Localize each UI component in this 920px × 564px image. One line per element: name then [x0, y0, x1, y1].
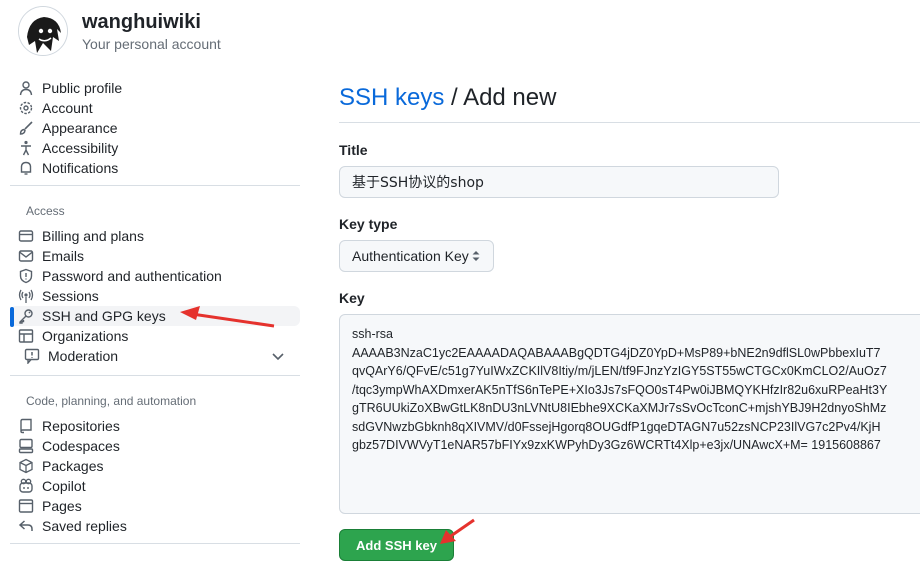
select-arrows-icon [472, 251, 480, 261]
table-icon [18, 328, 34, 344]
sidebar-divider [10, 375, 300, 376]
sidebar-item-label: Copilot [42, 478, 86, 494]
sidebar-divider [10, 543, 300, 544]
sidebar-item-label: Codespaces [42, 438, 120, 454]
key-type-label: Key type [339, 216, 398, 232]
sidebar-item-label: Billing and plans [42, 228, 144, 244]
sidebar-item-accessibility[interactable]: Accessibility [10, 138, 300, 158]
title-input[interactable] [339, 166, 779, 198]
broadcast-icon [18, 288, 34, 304]
accessibility-icon [18, 140, 34, 156]
key-label: Key [339, 290, 365, 306]
reply-icon [18, 518, 34, 534]
sidebar-item-appearance[interactable]: Appearance [10, 118, 300, 138]
key-type-select[interactable]: Authentication Key [339, 240, 494, 272]
credit-card-icon [18, 228, 34, 244]
settings-nav-code: Repositories Codespaces Packages Copilot… [10, 416, 300, 536]
sidebar-item-label: Saved replies [42, 518, 127, 534]
sidebar-item-copilot[interactable]: Copilot [10, 476, 300, 496]
sidebar-item-saved-replies[interactable]: Saved replies [10, 516, 300, 536]
avatar-image [19, 7, 67, 55]
sidebar-item-pages[interactable]: Pages [10, 496, 300, 516]
gear-icon [18, 100, 34, 116]
sidebar-item-label: Appearance [42, 120, 118, 136]
annotation-arrow [180, 306, 275, 328]
sidebar-item-emails[interactable]: Emails [10, 246, 300, 266]
annotation-arrow [440, 518, 475, 544]
sidebar-item-password-auth[interactable]: Password and authentication [10, 266, 300, 286]
key-textarea[interactable]: ssh-rsa AAAAB3NzaC1yc2EAAAADAQABAAABgQDT… [339, 314, 920, 514]
sidebar-item-repositories[interactable]: Repositories [10, 416, 300, 436]
main-content: SSH keys / Add new Title Key type Authen… [339, 0, 920, 564]
shield-icon [18, 268, 34, 284]
sidebar-item-label: Notifications [42, 160, 119, 176]
settings-nav-access: Billing and plans Emails Password and au… [10, 226, 300, 366]
breadcrumb-current: Add new [463, 84, 557, 111]
browser-icon [18, 498, 34, 514]
avatar[interactable] [18, 6, 68, 56]
codespaces-icon [18, 438, 34, 454]
username[interactable]: wanghuiwiki [82, 9, 221, 35]
sidebar-item-public-profile[interactable]: Public profile [10, 78, 300, 98]
copilot-icon [18, 478, 34, 494]
sidebar-heading-access: Access [26, 204, 65, 218]
key-icon [18, 308, 34, 324]
title-label: Title [339, 142, 368, 158]
sidebar-item-label: Emails [42, 248, 85, 264]
mail-icon [18, 248, 34, 264]
sidebar-item-label: Password and authentication [42, 268, 222, 284]
sidebar-item-label: Packages [42, 458, 104, 474]
key-type-value: Authentication Key [352, 248, 469, 264]
sidebar-heading-code: Code, planning, and automation [26, 394, 197, 408]
account-subtitle: Your personal account [82, 36, 221, 52]
sidebar-item-packages[interactable]: Packages [10, 456, 300, 476]
sidebar-item-notifications[interactable]: Notifications [10, 158, 300, 178]
page-title: SSH keys / Add new [339, 84, 556, 112]
title-divider [339, 122, 920, 123]
paintbrush-icon [18, 120, 34, 136]
breadcrumb-ssh-keys-link[interactable]: SSH keys [339, 84, 444, 111]
person-icon [18, 80, 34, 96]
sidebar-item-label: Accessibility [42, 140, 119, 156]
sidebar-divider [10, 185, 300, 186]
sidebar-item-billing[interactable]: Billing and plans [10, 226, 300, 246]
profile-header: wanghuiwiki Your personal account [18, 6, 221, 56]
sidebar-item-label: Pages [42, 498, 82, 514]
sidebar-item-account[interactable]: Account [10, 98, 300, 118]
sidebar-item-codespaces[interactable]: Codespaces [10, 436, 300, 456]
repo-icon [18, 418, 34, 434]
report-icon [24, 348, 40, 364]
chevron-down-icon[interactable] [270, 348, 286, 364]
settings-nav-personal: Public profile Account Appearance Access… [10, 78, 300, 178]
sidebar-item-moderation[interactable]: Moderation [10, 346, 300, 366]
package-icon [18, 458, 34, 474]
breadcrumb-separator: / [444, 84, 464, 111]
sidebar-item-label: Account [42, 100, 93, 116]
sidebar-item-label: Public profile [42, 80, 123, 96]
sidebar-item-label: Repositories [42, 418, 120, 434]
sidebar-item-label: Moderation [48, 348, 119, 364]
bell-icon [18, 160, 34, 176]
